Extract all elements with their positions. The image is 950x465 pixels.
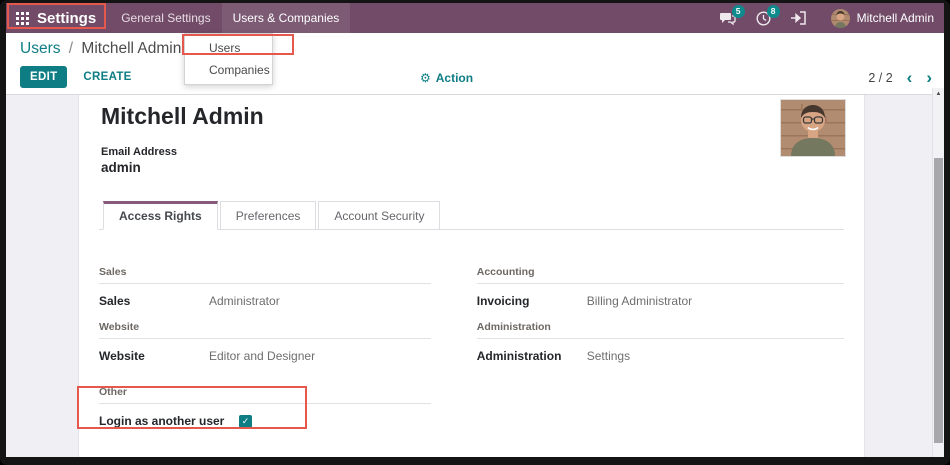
group-title-accounting: Accounting <box>477 266 844 284</box>
email-address-value: admin <box>101 160 844 175</box>
pager-value: 2 / 2 <box>868 71 892 85</box>
top-navbar: Settings General Settings Users & Compan… <box>6 3 944 33</box>
field-administration: Administration Settings <box>477 348 844 364</box>
scrollbar-thumb[interactable] <box>934 158 943 443</box>
user-name: Mitchell Admin <box>857 11 934 25</box>
field-login-as-another-user: Login as another user ✓ <box>99 413 431 429</box>
app-name[interactable]: Settings <box>35 3 110 33</box>
dropdown-item-companies[interactable]: Companies <box>185 59 272 81</box>
access-rights-groups: Sales Sales Administrator Website Websit… <box>99 266 844 441</box>
action-menu-button[interactable]: ⚙ Action <box>420 71 473 85</box>
field-label-website: Website <box>99 349 209 363</box>
create-button[interactable]: CREATE <box>83 71 131 83</box>
check-icon: ✓ <box>242 417 250 426</box>
menu-general-settings[interactable]: General Settings <box>110 3 221 33</box>
form-sheet: Mitchell Admin Email Address admin Acces… <box>78 95 865 457</box>
notebook-tabs: Access Rights Preferences Account Securi… <box>99 201 844 230</box>
activities-badge: 8 <box>767 5 780 18</box>
group-title-other: Other <box>99 386 431 404</box>
content-area: Mitchell Admin Email Address admin Acces… <box>6 95 944 457</box>
activities-button[interactable]: 8 <box>746 3 781 33</box>
field-value-sales[interactable]: Administrator <box>209 294 280 308</box>
field-invoicing: Invoicing Billing Administrator <box>477 293 844 309</box>
breadcrumb: Users / Mitchell Admin <box>20 40 181 58</box>
pager-previous-button[interactable]: ‹ <box>907 71 913 85</box>
group-sales: Sales Sales Administrator <box>99 266 431 309</box>
pager: 2 / 2 ‹ › <box>868 71 932 85</box>
email-address-label: Email Address <box>101 146 844 158</box>
tab-account-security[interactable]: Account Security <box>318 201 440 230</box>
messages-badge: 5 <box>732 5 745 18</box>
group-accounting: Accounting Invoicing Billing Administrat… <box>477 266 844 309</box>
field-label-sales: Sales <box>99 294 209 308</box>
scrollbar-up-arrow[interactable]: ▲ <box>933 88 944 97</box>
dropdown-item-users[interactable]: Users <box>185 37 272 59</box>
gear-icon: ⚙ <box>420 72 431 84</box>
breadcrumb-separator: / <box>69 40 73 57</box>
group-administration: Administration Administration Settings <box>477 321 844 364</box>
field-value-administration[interactable]: Settings <box>587 349 630 363</box>
group-title-administration: Administration <box>477 321 844 339</box>
group-title-website: Website <box>99 321 431 339</box>
apps-menu-button[interactable] <box>6 3 35 33</box>
field-website: Website Editor and Designer <box>99 348 431 364</box>
action-label: Action <box>436 71 473 85</box>
user-photo <box>780 99 846 157</box>
user-avatar <box>831 9 850 28</box>
app-window: Settings General Settings Users & Compan… <box>6 3 944 457</box>
pager-next-button[interactable]: › <box>926 71 932 85</box>
group-website: Website Website Editor and Designer <box>99 321 431 364</box>
field-label-login-as-another-user: Login as another user <box>99 414 239 428</box>
field-sales: Sales Administrator <box>99 293 431 309</box>
control-panel-buttons: EDIT CREATE <box>20 66 132 88</box>
login-as-another-user-checkbox[interactable]: ✓ <box>239 415 252 428</box>
user-menu[interactable]: Mitchell Admin <box>817 9 934 28</box>
messages-button[interactable]: 5 <box>709 3 746 33</box>
tab-access-rights[interactable]: Access Rights <box>103 201 218 230</box>
form-title: Mitchell Admin <box>101 103 844 130</box>
field-label-administration: Administration <box>477 349 587 363</box>
edit-button[interactable]: EDIT <box>20 66 67 88</box>
sign-in-icon <box>791 11 807 25</box>
navbar-systray: 5 8 <box>709 3 944 33</box>
breadcrumb-current: Mitchell Admin <box>81 40 181 57</box>
screenshot-frame: Settings General Settings Users & Compan… <box>0 0 950 465</box>
menu-users-companies[interactable]: Users & Companies <box>222 3 351 33</box>
control-panel: Users / Mitchell Admin EDIT CREATE ⚙ Act… <box>6 33 944 95</box>
field-value-invoicing[interactable]: Billing Administrator <box>587 294 692 308</box>
group-title-sales: Sales <box>99 266 431 284</box>
vertical-scrollbar[interactable]: ▲ <box>932 88 944 457</box>
login-as-button[interactable] <box>781 3 817 33</box>
apps-grid-icon <box>16 12 29 25</box>
group-other: Other Login as another user ✓ <box>99 386 431 429</box>
field-value-website[interactable]: Editor and Designer <box>209 349 315 363</box>
breadcrumb-users-link[interactable]: Users <box>20 40 60 57</box>
tab-preferences[interactable]: Preferences <box>220 201 317 230</box>
field-label-invoicing: Invoicing <box>477 294 587 308</box>
users-companies-dropdown: Users Companies <box>184 33 273 85</box>
